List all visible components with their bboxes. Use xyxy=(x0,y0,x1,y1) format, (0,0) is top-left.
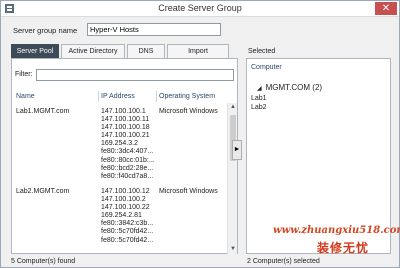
group-name-input[interactable] xyxy=(87,23,221,36)
column-header-computer[interactable]: Computer xyxy=(251,64,282,71)
ip-address: 169.254.3.2 xyxy=(101,140,138,148)
watermark-url: www.zhuangxiu518.com xyxy=(273,225,400,236)
ip-address: 147.100.100.2 xyxy=(101,196,146,204)
selected-group[interactable]: ◢ MGMT.COM (2) xyxy=(257,83,322,92)
tab-active-directory[interactable]: Active Directory xyxy=(61,44,125,58)
add-to-selected-button[interactable]: ► xyxy=(232,140,242,160)
ip-address: 147.100.100.18 xyxy=(101,124,150,132)
server-name: Lab1.MGMT.com xyxy=(16,108,70,115)
selected-computer[interactable]: Lab2 xyxy=(251,104,267,111)
found-count: 5 Computer(s) found xyxy=(11,258,76,265)
ip-address: fe80::3842:c3b... xyxy=(101,220,154,228)
title-bar: Create Server Group ✕ xyxy=(1,1,399,17)
selected-computer[interactable]: Lab1 xyxy=(251,95,267,102)
selected-count: 2 Computer(s) selected xyxy=(247,258,320,265)
ip-address: fe80::bcd2:28e... xyxy=(101,164,154,172)
group-label: MGMT.COM (2) xyxy=(265,83,323,92)
ip-address: fe80::5c70fd42... xyxy=(101,228,154,236)
ip-address: fe80::f40cd7a8... xyxy=(101,172,154,180)
ip-address: 147.100.100.21 xyxy=(101,132,150,140)
ip-address: fe80::80cc:01b:... xyxy=(101,156,155,164)
column-header-os[interactable]: Operating System xyxy=(159,93,215,100)
tab-import[interactable]: Import xyxy=(167,44,229,58)
ip-address: fe80::5c70fd42... xyxy=(101,236,154,244)
scroll-up-icon[interactable]: ▲ xyxy=(230,104,236,110)
selected-label: Selected xyxy=(248,48,276,55)
group-name-label: Server group name xyxy=(13,26,78,35)
column-header-name[interactable]: Name xyxy=(16,93,35,100)
ip-address: 169.254.2.81 xyxy=(101,212,142,220)
ip-address-list: 147.100.100.12 147.100.100.2 147.100.100… xyxy=(101,188,153,245)
server-name: Lab2.MGMT.com xyxy=(16,188,70,195)
server-list: Lab1.MGMT.com 147.100.100.1 147.100.100.… xyxy=(12,103,227,255)
column-header-ip[interactable]: IP Address xyxy=(101,93,135,100)
vertical-scrollbar[interactable]: ▲ ▼ xyxy=(227,103,237,254)
ip-address: 147.100.100.1 xyxy=(101,108,146,115)
tab-dns[interactable]: DNS xyxy=(127,44,165,58)
ip-address: 147.100.100.22 xyxy=(101,204,150,212)
ip-address: 147.100.100.12 xyxy=(101,188,150,195)
close-button[interactable]: ✕ xyxy=(375,2,397,15)
ip-address: 147.100.100.11 xyxy=(101,116,150,124)
operating-system: Microsoft Windows xyxy=(159,108,218,115)
create-server-group-dialog: Create Server Group ✕ Server group name … xyxy=(0,0,400,268)
watermark-text: 装修无忧 xyxy=(317,241,370,255)
filter-label: Filter: xyxy=(15,71,33,78)
source-tabs: Server Pool Active Directory DNS Import xyxy=(11,44,238,58)
column-divider[interactable] xyxy=(156,91,157,102)
scroll-down-icon[interactable]: ▼ xyxy=(230,246,236,252)
ip-address-list: 147.100.100.1 147.100.100.11 147.100.100… xyxy=(101,108,155,181)
operating-system: Microsoft Windows xyxy=(159,188,218,195)
tab-server-pool[interactable]: Server Pool xyxy=(11,44,59,58)
window-title: Create Server Group xyxy=(158,3,242,13)
filter-input[interactable] xyxy=(36,69,234,81)
server-pool-pane: Filter: Name IP Address Operating System… xyxy=(11,58,238,254)
column-divider[interactable] xyxy=(98,91,99,102)
collapse-triangle-icon[interactable]: ◢ xyxy=(257,86,262,92)
ip-address: fe80::3dc4:407... xyxy=(101,148,154,156)
